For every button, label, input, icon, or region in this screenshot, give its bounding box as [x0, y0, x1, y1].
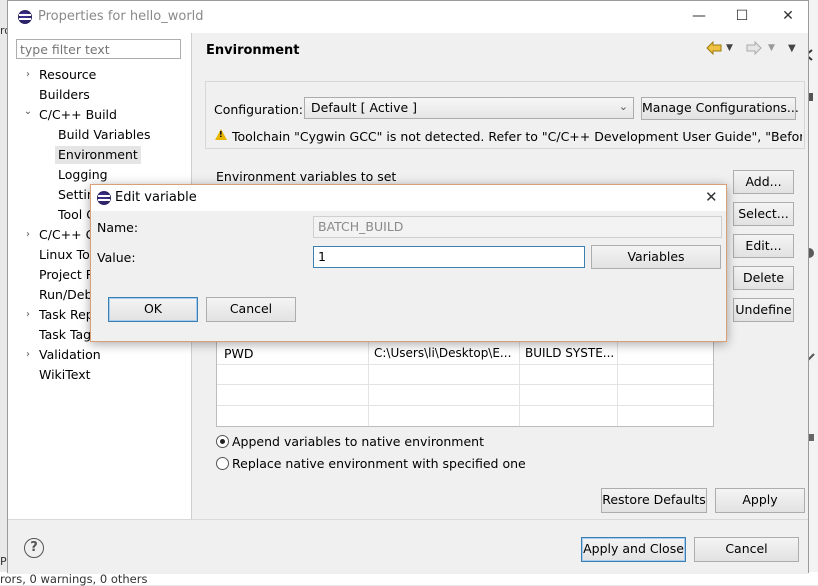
collapse-icon[interactable]: ⌄	[22, 106, 34, 117]
configuration-label: Configuration:	[214, 102, 303, 117]
restore-defaults-button[interactable]: Restore Defaults	[601, 488, 707, 513]
tree-item-logging[interactable]: Logging	[58, 166, 108, 184]
row-divider	[217, 405, 713, 406]
tree-item-cpp-general[interactable]: C/C++ G	[39, 226, 95, 244]
replace-environment-label: Replace native environment with specifie…	[232, 456, 526, 471]
delete-button[interactable]: Delete	[733, 266, 794, 290]
tree-item-validation[interactable]: Validation	[39, 346, 101, 364]
cell-variable-value: C:\Users\li\Desktop\E...	[374, 346, 512, 360]
append-variables-radio[interactable]	[216, 435, 229, 448]
ok-button[interactable]: OK	[108, 297, 198, 322]
name-field: BATCH_BUILD	[313, 216, 722, 238]
add-button[interactable]: Add...	[733, 170, 794, 194]
eclipse-icon	[18, 10, 32, 24]
name-label: Name:	[97, 220, 139, 235]
background-left-text: P	[0, 555, 7, 568]
background-ide-strip	[808, 0, 818, 585]
minimize-button[interactable]: —	[687, 5, 711, 27]
maximize-button[interactable]: ☐	[730, 5, 754, 27]
tree-item-build-variables[interactable]: Build Variables	[58, 126, 150, 144]
window-title: Properties for hello_world	[38, 9, 204, 24]
dialog-close-button[interactable]: ✕	[705, 188, 718, 206]
chevron-down-icon: ⌄	[618, 100, 628, 113]
tree-item-builders[interactable]: Builders	[39, 86, 90, 104]
edit-variable-dialog: Edit variable ✕ Name: BATCH_BUILD Value:…	[90, 184, 727, 342]
undefine-button[interactable]: Undefine	[733, 298, 794, 322]
manage-configurations-button[interactable]: Manage Configurations...	[641, 97, 799, 120]
tree-item-task-repository[interactable]: Task Rep	[39, 306, 94, 324]
cell-variable-origin: BUILD SYSTE...	[525, 346, 615, 360]
tree-item-task-tags[interactable]: Task Tag	[39, 326, 91, 344]
back-menu-icon[interactable]: ▼	[726, 43, 733, 53]
filter-input[interactable]	[16, 39, 181, 59]
tree-item-linux-tools[interactable]: Linux Too	[39, 246, 97, 264]
tree-item-environment[interactable]: Environment	[55, 146, 141, 164]
dialog-title-bar: Edit variable ✕	[91, 185, 726, 211]
expand-icon[interactable]: ›	[22, 349, 34, 360]
tree-item-project-references[interactable]: Project R	[39, 266, 94, 284]
replace-environment-radio[interactable]	[216, 457, 229, 470]
select-button[interactable]: Select...	[733, 202, 794, 226]
eclipse-icon	[97, 191, 111, 205]
dialog-title: Edit variable	[115, 190, 197, 205]
dialog-cancel-button[interactable]: Cancel	[206, 297, 296, 322]
view-menu-icon[interactable]: ▼	[788, 43, 796, 54]
append-variables-label: Append variables to native environment	[232, 434, 485, 449]
back-icon[interactable]	[706, 40, 722, 59]
apply-and-close-button[interactable]: Apply and Close	[581, 537, 686, 562]
tree-item-resource[interactable]: Resource	[39, 66, 96, 84]
tree-item-cpp-build[interactable]: C/C++ Build	[39, 106, 117, 124]
help-icon[interactable]: ?	[24, 538, 44, 558]
expand-icon[interactable]: ›	[22, 309, 34, 320]
cell-variable-name: PWD	[224, 346, 254, 361]
expand-icon[interactable]: ›	[22, 69, 34, 80]
title-bar: Properties for hello_world — ☐ ✕	[8, 1, 808, 33]
configuration-value: Default [ Active ]	[311, 100, 418, 115]
edit-button[interactable]: Edit...	[733, 234, 794, 258]
toolchain-warning-text: Toolchain "Cygwin GCC" is not detected. …	[232, 129, 802, 144]
env-variables-table: PWD C:\Users\li\Desktop\E... BUILD SYSTE…	[216, 341, 714, 427]
background-status-text: rors, 0 warnings, 0 others	[0, 572, 148, 586]
dialog-button-bar	[8, 519, 808, 574]
row-divider	[217, 384, 713, 385]
forward-icon[interactable]	[746, 40, 762, 59]
value-field[interactable]: 1	[313, 246, 585, 268]
close-button[interactable]: ✕	[776, 5, 800, 27]
expand-icon[interactable]: ›	[22, 229, 34, 240]
env-variables-label: Environment variables to set	[216, 169, 397, 184]
apply-button[interactable]: Apply	[715, 488, 805, 513]
cancel-button[interactable]: Cancel	[694, 537, 799, 562]
tree-item-wikitext[interactable]: WikiText	[39, 366, 91, 384]
configuration-select[interactable]: Default [ Active ] ⌄	[304, 97, 634, 119]
value-label: Value:	[97, 250, 136, 265]
row-divider	[217, 364, 713, 365]
forward-menu-icon[interactable]: ▼	[768, 43, 775, 53]
variables-button[interactable]: Variables	[591, 245, 721, 269]
warning-icon	[215, 129, 227, 140]
page-title: Environment	[206, 43, 300, 58]
